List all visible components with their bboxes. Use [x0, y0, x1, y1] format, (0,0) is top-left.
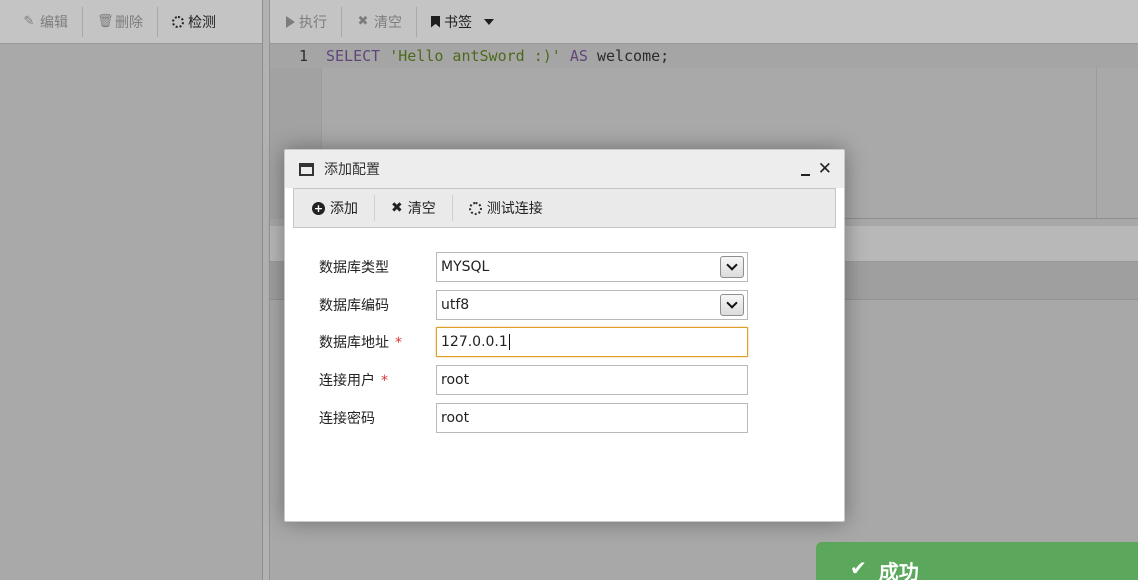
db-user-value: root: [441, 372, 470, 388]
edit-icon: ✎: [23, 14, 35, 29]
chevron-down-icon: [726, 297, 738, 309]
db-user-label-text: 连接用户: [319, 373, 375, 389]
db-type-select[interactable]: MYSQL: [436, 252, 748, 282]
dialog-titlebar[interactable]: 添加配置 ✕: [285, 150, 844, 188]
text-caret: [508, 334, 510, 350]
bookmark-label: 书签: [444, 14, 472, 31]
db-encoding-value: utf8: [441, 297, 470, 313]
edit-button[interactable]: ✎ 编辑: [8, 6, 83, 37]
sql-toolbar: 执行 ✖ 清空 书签: [270, 0, 1138, 44]
execute-button[interactable]: 执行: [272, 6, 342, 37]
db-pass-value: root: [441, 410, 470, 426]
add-label: 添加: [330, 201, 358, 217]
db-encoding-select[interactable]: utf8: [436, 290, 748, 320]
db-type-dropdown-button[interactable]: [720, 256, 744, 278]
keyword-select: SELECT: [326, 47, 381, 65]
delete-button[interactable]: 🗑 删除: [83, 6, 158, 37]
delete-label: 删除: [115, 14, 143, 31]
line-number: 1: [298, 47, 308, 65]
window-icon: [299, 162, 314, 176]
chevron-down-icon: [726, 259, 738, 271]
bookmark-icon: [431, 15, 440, 28]
active-line: 1 SELECT 'Hello antSword :)' AS welcome;: [270, 44, 1138, 68]
play-icon: [286, 15, 295, 28]
test-connection-button[interactable]: 测试连接: [453, 195, 559, 221]
print-margin: [1096, 66, 1097, 218]
plus-circle-icon: +: [312, 201, 325, 215]
check-icon: ✔: [850, 556, 867, 580]
add-config-dialog: 添加配置 ✕ + 添加 ✖ 清空 测试连接 数据库类型 MYSQL 数据库编码 …: [284, 149, 845, 522]
spinner-icon: [468, 201, 482, 215]
caret-down-icon: [484, 18, 494, 25]
success-toast: ✔ 成功: [816, 542, 1138, 580]
close-icon: ✖: [357, 14, 369, 29]
pane-splitter[interactable]: [263, 0, 270, 580]
detect-label: 检测: [188, 14, 216, 31]
db-type-value: MYSQL: [441, 259, 490, 275]
identifier: welcome;: [596, 47, 670, 65]
db-type-label: 数据库类型: [319, 260, 389, 276]
clear-sql-button[interactable]: ✖ 清空: [342, 6, 417, 37]
db-user-label: 连接用户 *: [319, 370, 436, 390]
clear-button[interactable]: ✖ 清空: [375, 195, 453, 221]
dialog-toolbar: + 添加 ✖ 清空 测试连接: [293, 188, 836, 228]
db-host-input[interactable]: 127.0.0.1: [436, 327, 748, 357]
left-toolbar: ✎ 编辑 🗑 删除 检测: [0, 0, 262, 44]
close-icon: ✖: [391, 200, 403, 216]
keyword-as: AS: [569, 47, 588, 65]
db-host-label: 数据库地址 *: [319, 332, 436, 352]
dialog-title: 添加配置: [324, 162, 380, 178]
form-row-db-type: 数据库类型 MYSQL: [319, 252, 748, 282]
clear-sql-label: 清空: [374, 14, 402, 31]
edit-label: 编辑: [40, 14, 68, 31]
required-marker: *: [395, 335, 402, 351]
db-pass-label: 连接密码: [319, 411, 375, 427]
form-row-db-user: 连接用户 * root: [319, 365, 748, 395]
close-button[interactable]: ✕: [818, 161, 832, 178]
code-line: SELECT 'Hello antSword :)' AS welcome;: [326, 44, 669, 68]
clear-label: 清空: [407, 201, 436, 217]
db-pass-input[interactable]: root: [436, 403, 748, 433]
dialog-form: 数据库类型 MYSQL 数据库编码 utf8 数据库地址 * 127.0.0.1 …: [293, 228, 836, 515]
form-row-db-pass: 连接密码 root: [319, 403, 748, 433]
required-marker: *: [381, 373, 388, 389]
db-encoding-dropdown-button[interactable]: [720, 294, 744, 316]
test-label: 测试连接: [486, 201, 543, 217]
string-literal: 'Hello antSword :)': [389, 47, 561, 65]
form-row-db-host: 数据库地址 * 127.0.0.1: [319, 327, 748, 357]
left-pane: ✎ 编辑 🗑 删除 检测: [0, 0, 263, 580]
execute-label: 执行: [299, 14, 327, 31]
trash-icon: 🗑: [97, 14, 114, 29]
add-button[interactable]: + 添加: [296, 195, 375, 221]
toast-text: 成功: [878, 560, 919, 580]
db-host-value: 127.0.0.1: [441, 334, 508, 350]
window-controls: ✕: [800, 161, 844, 178]
bookmark-button[interactable]: 书签: [417, 7, 508, 37]
detect-button[interactable]: 检测: [158, 7, 230, 37]
minimize-button[interactable]: [800, 164, 810, 176]
db-encoding-label: 数据库编码: [319, 298, 389, 314]
db-user-input[interactable]: root: [436, 365, 748, 395]
db-host-label-text: 数据库地址: [319, 335, 389, 351]
form-row-db-encoding: 数据库编码 utf8: [319, 290, 748, 320]
spinner-icon: [172, 15, 184, 28]
